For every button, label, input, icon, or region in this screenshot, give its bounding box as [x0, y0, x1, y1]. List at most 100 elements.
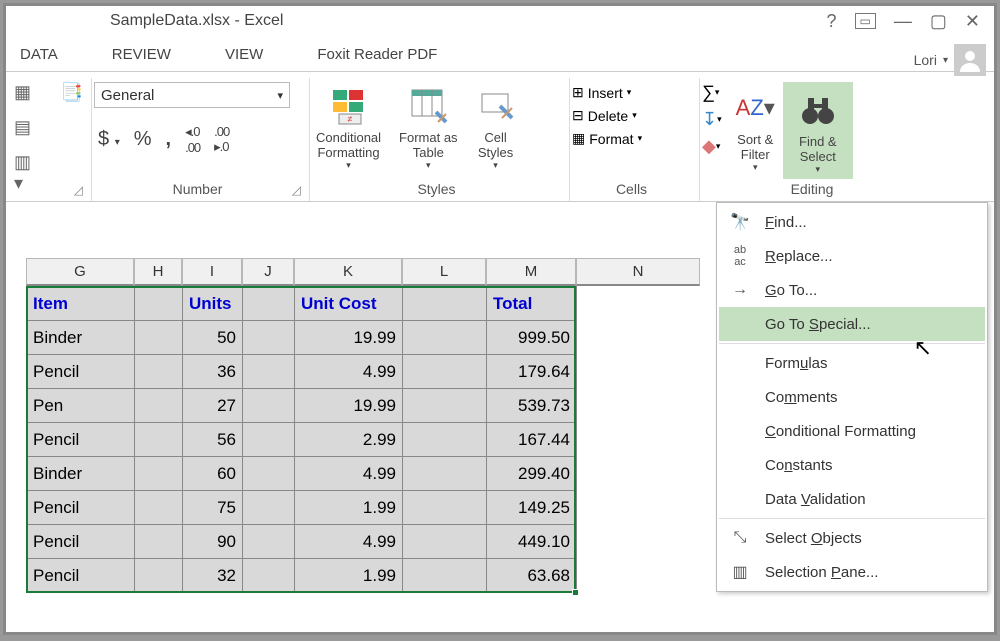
- table-row[interactable]: Pencil321.9963.68: [27, 559, 577, 593]
- tab-view[interactable]: VIEW: [223, 42, 265, 71]
- cell[interactable]: Total: [487, 287, 577, 321]
- column-header-L[interactable]: L: [402, 258, 486, 286]
- partial-icon-2[interactable]: ▤: [14, 117, 45, 138]
- autosum-button[interactable]: ∑ ▾: [702, 82, 722, 103]
- cell[interactable]: [135, 491, 183, 525]
- cell[interactable]: [243, 491, 295, 525]
- cell[interactable]: Pencil: [27, 423, 135, 457]
- cell[interactable]: [135, 525, 183, 559]
- cell[interactable]: 4.99: [295, 457, 403, 491]
- cell[interactable]: 149.25: [487, 491, 577, 525]
- menu-selection-pane[interactable]: ▥Selection Pane...: [719, 555, 985, 589]
- cell[interactable]: Binder: [27, 321, 135, 355]
- table-row[interactable]: Binder604.99299.40: [27, 457, 577, 491]
- menu-select-objects[interactable]: ⤡Select Objects: [719, 521, 985, 555]
- currency-button[interactable]: $ ▾: [98, 128, 120, 151]
- table-row[interactable]: Binder5019.99999.50: [27, 321, 577, 355]
- dialog-launcher-icon[interactable]: ◿: [292, 183, 301, 197]
- cell[interactable]: [243, 457, 295, 491]
- data-table[interactable]: ItemUnitsUnit CostTotalBinder5019.99999.…: [26, 286, 577, 593]
- delete-button[interactable]: ⊟ Delete ▾: [572, 107, 642, 124]
- avatar[interactable]: [954, 44, 986, 76]
- ribbon-display-icon[interactable]: ▭: [855, 13, 876, 29]
- cell[interactable]: [403, 525, 487, 559]
- cell[interactable]: 50: [183, 321, 243, 355]
- cell-styles-button[interactable]: Cell Styles▾: [472, 80, 520, 173]
- cell[interactable]: Pencil: [27, 559, 135, 593]
- table-row[interactable]: Pen 27 19.99 539.73: [27, 389, 577, 423]
- cell[interactable]: [403, 321, 487, 355]
- column-header-M[interactable]: M: [486, 258, 576, 286]
- cell[interactable]: [403, 457, 487, 491]
- cell[interactable]: Item: [27, 287, 135, 321]
- cell[interactable]: 167.44: [487, 423, 577, 457]
- decrease-decimal-button[interactable]: .00▸.0: [214, 124, 229, 155]
- menu-data-validation[interactable]: Data Validation: [719, 482, 985, 516]
- cell[interactable]: 19.99: [295, 389, 403, 423]
- cell[interactable]: 90: [183, 525, 243, 559]
- menu-formulas[interactable]: Formulas: [719, 346, 985, 380]
- format-as-table-button[interactable]: Format as Table▾: [395, 80, 462, 173]
- cell[interactable]: [403, 491, 487, 525]
- cell[interactable]: 2.99: [295, 423, 403, 457]
- cell[interactable]: 32: [183, 559, 243, 593]
- menu-constants[interactable]: Constants: [719, 448, 985, 482]
- cell[interactable]: [135, 423, 183, 457]
- close-icon[interactable]: ✕: [965, 11, 980, 32]
- cell[interactable]: [243, 423, 295, 457]
- table-row[interactable]: Pencil904.99449.10: [27, 525, 577, 559]
- cell[interactable]: [243, 355, 295, 389]
- menu-conditional-formatting[interactable]: Conditional Formatting: [719, 414, 985, 448]
- number-format-select[interactable]: General ▾: [94, 82, 290, 108]
- cell[interactable]: Unit Cost: [295, 287, 403, 321]
- partial-icon-4[interactable]: 📑: [61, 82, 83, 103]
- cell[interactable]: [135, 355, 183, 389]
- tab-foxit-pdf[interactable]: Foxit Reader PDF: [315, 42, 439, 71]
- tab-review[interactable]: REVIEW: [110, 42, 173, 71]
- cell[interactable]: [243, 559, 295, 593]
- cell[interactable]: 4.99: [295, 355, 403, 389]
- cell[interactable]: Pencil: [27, 355, 135, 389]
- cell[interactable]: [135, 287, 183, 321]
- partial-icon-3[interactable]: ▥ ▾: [14, 152, 45, 194]
- cell[interactable]: [403, 287, 487, 321]
- column-header-N[interactable]: N: [576, 258, 700, 286]
- user-area[interactable]: Lori ▾: [914, 44, 986, 76]
- dialog-launcher-icon[interactable]: ◿: [74, 183, 83, 197]
- cell[interactable]: Units: [183, 287, 243, 321]
- cell[interactable]: [135, 389, 183, 423]
- fill-button[interactable]: ↧ ▾: [702, 109, 722, 130]
- cell[interactable]: [403, 423, 487, 457]
- cell[interactable]: 27: [183, 389, 243, 423]
- cell[interactable]: 449.10: [487, 525, 577, 559]
- cell[interactable]: 19.99: [295, 321, 403, 355]
- user-dropdown-icon[interactable]: ▾: [943, 55, 948, 66]
- table-row[interactable]: Pencil364.99179.64: [27, 355, 577, 389]
- table-row[interactable]: Pencil 56 2.99 167.44: [27, 423, 577, 457]
- sort-filter-button[interactable]: AZ▾ Sort & Filter▾: [732, 82, 779, 179]
- cell[interactable]: [243, 389, 295, 423]
- cell[interactable]: [243, 525, 295, 559]
- column-header-K[interactable]: K: [294, 258, 402, 286]
- cell[interactable]: 1.99: [295, 491, 403, 525]
- cell[interactable]: [243, 287, 295, 321]
- cell[interactable]: [403, 355, 487, 389]
- cell[interactable]: 299.40: [487, 457, 577, 491]
- help-icon[interactable]: ?: [827, 11, 837, 32]
- table-row[interactable]: Pencil751.99149.25: [27, 491, 577, 525]
- cell[interactable]: [243, 321, 295, 355]
- cell[interactable]: 36: [183, 355, 243, 389]
- cell[interactable]: Pencil: [27, 491, 135, 525]
- cell[interactable]: 4.99: [295, 525, 403, 559]
- cell[interactable]: [135, 559, 183, 593]
- column-header-G[interactable]: G: [26, 258, 134, 286]
- cell[interactable]: Pen: [27, 389, 135, 423]
- menu-comments[interactable]: Comments: [719, 380, 985, 414]
- cell[interactable]: [135, 321, 183, 355]
- cell[interactable]: 56: [183, 423, 243, 457]
- cell[interactable]: 60: [183, 457, 243, 491]
- cell[interactable]: 539.73: [487, 389, 577, 423]
- menu-goto-special[interactable]: Go To Special...: [719, 307, 985, 341]
- cell[interactable]: 63.68: [487, 559, 577, 593]
- partial-icon-1[interactable]: ▦: [14, 82, 45, 103]
